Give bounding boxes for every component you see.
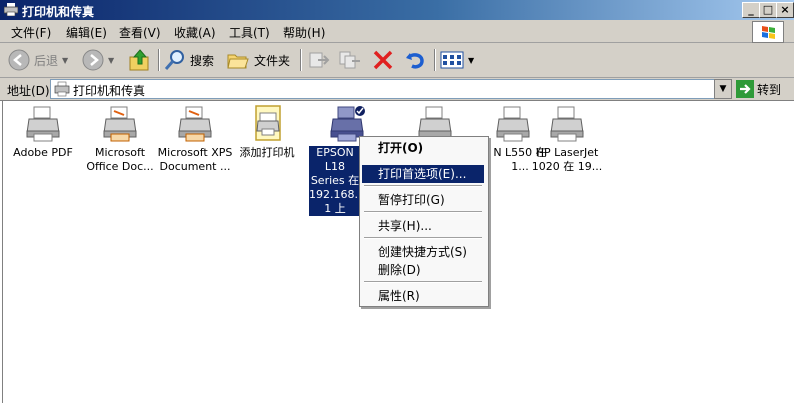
back-button[interactable]: 后退 ▼ bbox=[8, 48, 68, 72]
printer-icon bbox=[178, 106, 212, 142]
close-button[interactable]: × bbox=[776, 2, 794, 18]
back-arrow-icon bbox=[8, 49, 30, 71]
standard-toolbar: 后退 ▼ ▼ 搜索 文件夹 ▼ bbox=[0, 43, 794, 78]
menu-bar: 文件(F) 编辑(E) 查看(V) 收藏(A) 工具(T) 帮助(H) bbox=[0, 20, 794, 43]
ctx-open[interactable]: 打开(O) bbox=[362, 139, 484, 157]
address-bar: 地址(D) 打印机和传真 ▼ 转到 bbox=[0, 78, 794, 101]
address-label: 地址(D) bbox=[7, 84, 50, 98]
up-button[interactable] bbox=[128, 48, 152, 72]
menu-tools[interactable]: 工具(T) bbox=[229, 24, 270, 41]
forward-button[interactable]: ▼ bbox=[82, 48, 114, 72]
printer-icon bbox=[550, 106, 584, 142]
printer-item-adobe-pdf[interactable]: Adobe PDF bbox=[3, 105, 83, 160]
search-label: 搜索 bbox=[190, 53, 215, 68]
printer-name: EPSON L18 Series 在 192.168.1 1 上 bbox=[309, 146, 365, 216]
printer-folder-icon bbox=[4, 3, 18, 16]
menu-view[interactable]: 查看(V) bbox=[119, 24, 161, 41]
printer-item-xps[interactable]: Microsoft XPS Document ... bbox=[155, 105, 235, 174]
views-button[interactable]: ▼ bbox=[440, 48, 474, 72]
views-dropdown-icon[interactable]: ▼ bbox=[468, 56, 474, 65]
ctx-delete[interactable]: 删除(D) bbox=[362, 261, 484, 279]
address-input[interactable]: 打印机和传真 bbox=[50, 79, 716, 99]
printer-icon bbox=[26, 106, 60, 142]
menu-file[interactable]: 文件(F) bbox=[11, 24, 51, 41]
delete-x-icon bbox=[373, 50, 393, 70]
menu-edit[interactable]: 编辑(E) bbox=[66, 24, 107, 41]
up-folder-icon bbox=[129, 49, 149, 71]
move-to-icon bbox=[309, 52, 330, 68]
go-label: 转到 bbox=[757, 82, 782, 97]
undo-button[interactable] bbox=[404, 48, 426, 72]
copy-to-icon bbox=[339, 51, 360, 69]
folders-button[interactable]: 文件夹 bbox=[226, 48, 290, 72]
back-label: 后退 bbox=[34, 53, 59, 68]
back-dropdown-icon[interactable]: ▼ bbox=[62, 56, 68, 65]
printer-item-hp-laserjet[interactable]: HP LaserJet 1020 在 19... bbox=[527, 105, 607, 174]
ctx-properties[interactable]: 属性(R) bbox=[362, 287, 484, 305]
minimize-button[interactable]: _ bbox=[742, 2, 760, 18]
printer-name: 添加打印机 bbox=[239, 146, 295, 159]
printer-name: Adobe PDF bbox=[13, 146, 73, 159]
address-dropdown-icon[interactable]: ▼ bbox=[714, 79, 732, 99]
move-to-button[interactable] bbox=[306, 48, 330, 72]
undo-icon bbox=[406, 53, 424, 69]
search-icon bbox=[164, 50, 184, 70]
forward-dropdown-icon[interactable]: ▼ bbox=[108, 56, 114, 65]
ctx-printing-preferences[interactable]: 打印首选项(E)... bbox=[362, 165, 484, 183]
window-title: 打印机和传真 bbox=[22, 5, 95, 19]
maximize-button[interactable]: □ bbox=[759, 2, 777, 18]
printer-name: Microsoft Office Doc... bbox=[86, 146, 154, 173]
windows-logo-icon bbox=[752, 21, 784, 43]
menu-favorites[interactable]: 收藏(A) bbox=[174, 24, 216, 41]
views-grid-icon bbox=[440, 51, 464, 69]
printer-folder-icon bbox=[54, 81, 70, 97]
folders-label: 文件夹 bbox=[254, 53, 291, 68]
printer-icon bbox=[103, 106, 137, 142]
search-button[interactable]: 搜索 bbox=[164, 48, 214, 72]
address-value: 打印机和传真 bbox=[73, 84, 146, 98]
ctx-sharing[interactable]: 共享(H)... bbox=[362, 217, 484, 235]
printer-name: Microsoft XPS Document ... bbox=[157, 146, 233, 173]
go-button[interactable]: 转到 bbox=[736, 80, 781, 98]
delete-button[interactable] bbox=[372, 48, 394, 72]
add-printer-item[interactable]: 添加打印机 bbox=[227, 105, 307, 160]
ctx-create-shortcut[interactable]: 创建快捷方式(S) bbox=[362, 243, 484, 261]
copy-to-button[interactable] bbox=[338, 48, 362, 72]
printer-item-office-doc[interactable]: Microsoft Office Doc... bbox=[80, 105, 160, 174]
go-arrow-icon bbox=[736, 80, 754, 98]
forward-arrow-icon bbox=[82, 49, 104, 71]
ctx-pause-printing[interactable]: 暂停打印(G) bbox=[362, 191, 484, 209]
menu-help[interactable]: 帮助(H) bbox=[283, 24, 325, 41]
title-bar: 打印机和传真 _ □ × bbox=[0, 0, 794, 20]
folders-icon bbox=[227, 54, 249, 69]
add-printer-icon bbox=[255, 105, 281, 141]
printer-name: HP LaserJet 1020 在 19... bbox=[531, 146, 603, 173]
context-menu: 打开(O) 打印首选项(E)... 暂停打印(G) 共享(H)... 创建快捷方… bbox=[359, 136, 489, 307]
